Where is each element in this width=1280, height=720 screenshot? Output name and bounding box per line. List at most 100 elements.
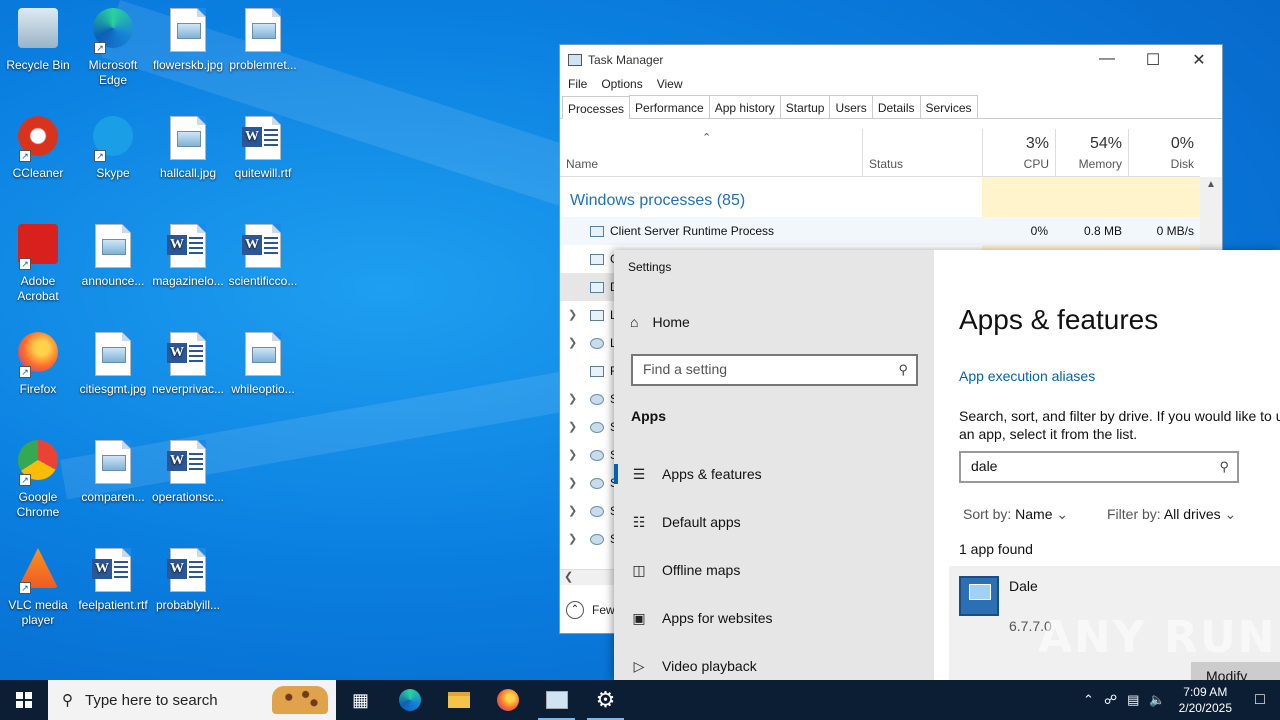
desktop-icon[interactable]: Wmagazinelo... (150, 224, 226, 289)
expand-icon[interactable]: ❯ (568, 420, 577, 433)
desktop-icon-label: Recycle Bin (6, 58, 70, 72)
menu-options[interactable]: Options (599, 75, 650, 95)
desktop-icon[interactable]: Wneverprivac... (150, 332, 226, 397)
sort-up-icon: ⌃ (702, 132, 712, 144)
close-button[interactable]: ✕ (1176, 50, 1222, 70)
volume-icon[interactable]: 🔈 (1144, 692, 1170, 708)
clock[interactable]: 7:09 AM 2/20/2025 (1171, 684, 1240, 716)
tab-processes[interactable]: Processes (562, 96, 631, 119)
scroll-left-icon[interactable]: ❮ (564, 571, 573, 583)
notification-icon[interactable]: □ (1240, 691, 1280, 709)
title-bar[interactable]: Task Manager — ☐ ✕ (560, 45, 1222, 75)
desktop-icon[interactable]: ↗ Microsoft Edge (75, 8, 151, 88)
expand-icon[interactable]: ❯ (568, 308, 577, 321)
ethernet-icon[interactable]: ▤ (1122, 692, 1144, 708)
process-icon (590, 366, 604, 377)
menu-view[interactable]: View (655, 75, 691, 95)
firefox-icon: ↗ (15, 332, 61, 378)
desktop-icon[interactable]: comparen... (75, 440, 151, 505)
column-disk[interactable]: 0% Disk (1128, 129, 1200, 177)
desktop-icon[interactable]: Woperationsc... (150, 440, 226, 505)
scroll-up-icon[interactable]: ▲ (1206, 179, 1216, 190)
tab-services[interactable]: Services (919, 95, 978, 118)
expand-icon[interactable]: ❯ (568, 336, 577, 349)
app-search-input[interactable]: dale ⚲ (959, 451, 1239, 483)
desktop-icon[interactable]: ↗ Google Chrome (0, 440, 76, 520)
menu-file[interactable]: File (566, 75, 595, 95)
expand-icon[interactable]: ❯ (568, 448, 577, 461)
desktop-icon[interactable]: Wprobablyill... (150, 548, 226, 613)
chrome-icon: ↗ (15, 440, 61, 486)
desktop-icon[interactable]: flowerskb.jpg (150, 8, 226, 73)
taskbar-search[interactable]: ⚲ Type here to search (48, 680, 336, 720)
desktop-icon[interactable]: hallcall.jpg (150, 116, 226, 181)
column-status[interactable]: Status (862, 129, 982, 177)
tab-startup[interactable]: Startup (779, 95, 831, 118)
chevron-up-icon[interactable]: ⌃ (1078, 692, 1099, 708)
desktop-icon[interactable]: ↗ Skype (75, 116, 151, 181)
nav-item[interactable]: ☷ Default apps (614, 502, 934, 542)
desktop-icon-label: quitewill.rtf (234, 166, 292, 180)
tab-details[interactable]: Details (871, 95, 921, 118)
sort-dropdown[interactable]: Sort by: Name ⌄ (963, 506, 1068, 523)
expand-icon[interactable]: ❯ (568, 532, 577, 545)
network-icon[interactable]: ☍ (1099, 692, 1122, 708)
column-cpu[interactable]: 3% CPU (982, 129, 1055, 177)
taskbar-task-manager[interactable] (532, 680, 581, 720)
task-view-icon: ▦ (351, 689, 369, 710)
nav-item[interactable]: ▷ Video playback (614, 646, 934, 680)
shortcut-arrow-icon: ↗ (19, 474, 31, 486)
find-setting-input[interactable]: Find a setting ⚲ (631, 354, 918, 386)
column-name[interactable]: Name (566, 157, 598, 171)
process-icon (590, 534, 604, 545)
desktop-icon[interactable]: ↗ Firefox (0, 332, 76, 397)
start-button[interactable] (0, 680, 48, 720)
window-title: Task Manager (588, 53, 664, 67)
expand-icon[interactable]: ❯ (568, 476, 577, 489)
nav-item[interactable]: ◫ Offline maps (614, 550, 934, 590)
taskbar-edge[interactable] (385, 680, 434, 720)
nav-item[interactable]: ▣ Apps for websites (614, 598, 934, 638)
task-view-button[interactable]: ▦ (336, 680, 385, 720)
shortcut-arrow-icon: ↗ (19, 582, 31, 594)
desktop-icon[interactable]: ↗ Adobe Acrobat (0, 224, 76, 304)
minimize-button[interactable]: — (1084, 50, 1130, 70)
modify-button[interactable]: Modify (1191, 662, 1280, 680)
shortcut-arrow-icon: ↗ (19, 258, 31, 270)
task-manager-icon (568, 54, 582, 66)
process-icon (590, 338, 604, 349)
taskbar-settings[interactable]: ⚙ (581, 680, 630, 720)
desktop-icon[interactable]: Wquitewill.rtf (225, 116, 301, 181)
desktop-icon-label: comparen... (81, 490, 145, 504)
expand-icon[interactable]: ❯ (568, 392, 577, 405)
taskbar-firefox[interactable] (483, 680, 532, 720)
desktop-icon-label: problemret... (229, 58, 297, 72)
desktop-icon[interactable]: Wfeelpatient.rtf (75, 548, 151, 613)
app-execution-aliases-link[interactable]: App execution aliases (959, 368, 1095, 384)
recycle-bin-icon (15, 8, 61, 54)
desktop-icon[interactable]: Wscientificco... (225, 224, 301, 289)
tab-performance[interactable]: Performance (629, 95, 710, 118)
desktop-icon[interactable]: ↗ VLC media player (0, 548, 76, 628)
word-doc-icon: W (165, 440, 211, 486)
column-memory[interactable]: 54% Memory (1055, 129, 1128, 177)
edge-icon: ↗ (90, 8, 136, 54)
description: Search, sort, and filter by drive. If yo… (959, 408, 1280, 442)
desktop-icon[interactable]: announce... (75, 224, 151, 289)
tab-app-history[interactable]: App history (708, 95, 781, 118)
desktop-icon[interactable]: whileoptio... (225, 332, 301, 397)
desktop-icon[interactable]: Recycle Bin (0, 8, 76, 73)
tab-users[interactable]: Users (829, 95, 873, 118)
nav-item[interactable]: ☰ Apps & features (614, 454, 934, 494)
horizontal-scrollbar[interactable]: ❮ (560, 569, 616, 585)
process-icon (590, 310, 604, 321)
home-nav[interactable]: ⌂ Home (630, 314, 690, 330)
desktop-icon[interactable]: problemret... (225, 8, 301, 73)
filter-dropdown[interactable]: Filter by: All drives ⌄ (1107, 506, 1236, 523)
expand-icon[interactable]: ❯ (568, 504, 577, 517)
maximize-button[interactable]: ☐ (1130, 50, 1176, 70)
desktop-icon[interactable]: citiesgmt.jpg (75, 332, 151, 397)
process-row[interactable]: Client Server Runtime Process 0% 0.8 MB 0 M… (560, 217, 1200, 245)
desktop-icon[interactable]: ↗ CCleaner (0, 116, 76, 181)
taskbar-file-explorer[interactable] (434, 680, 483, 720)
